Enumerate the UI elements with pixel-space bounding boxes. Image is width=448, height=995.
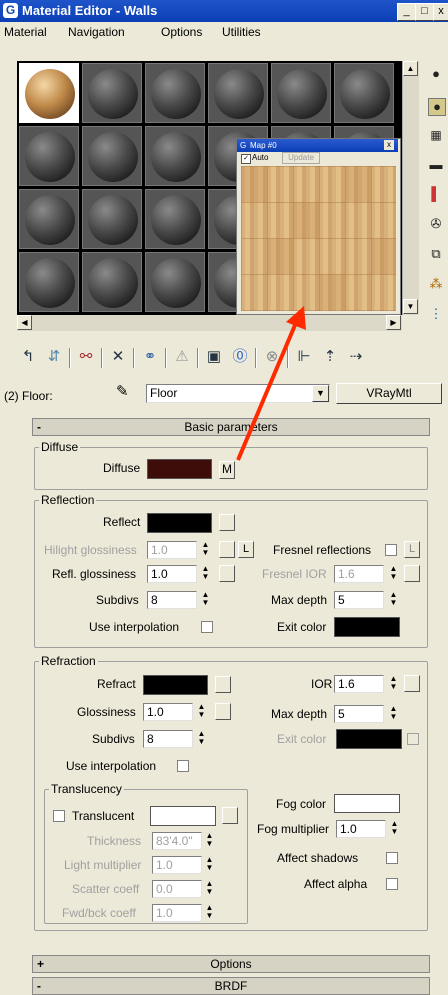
annotation-arrow [236,306,306,461]
